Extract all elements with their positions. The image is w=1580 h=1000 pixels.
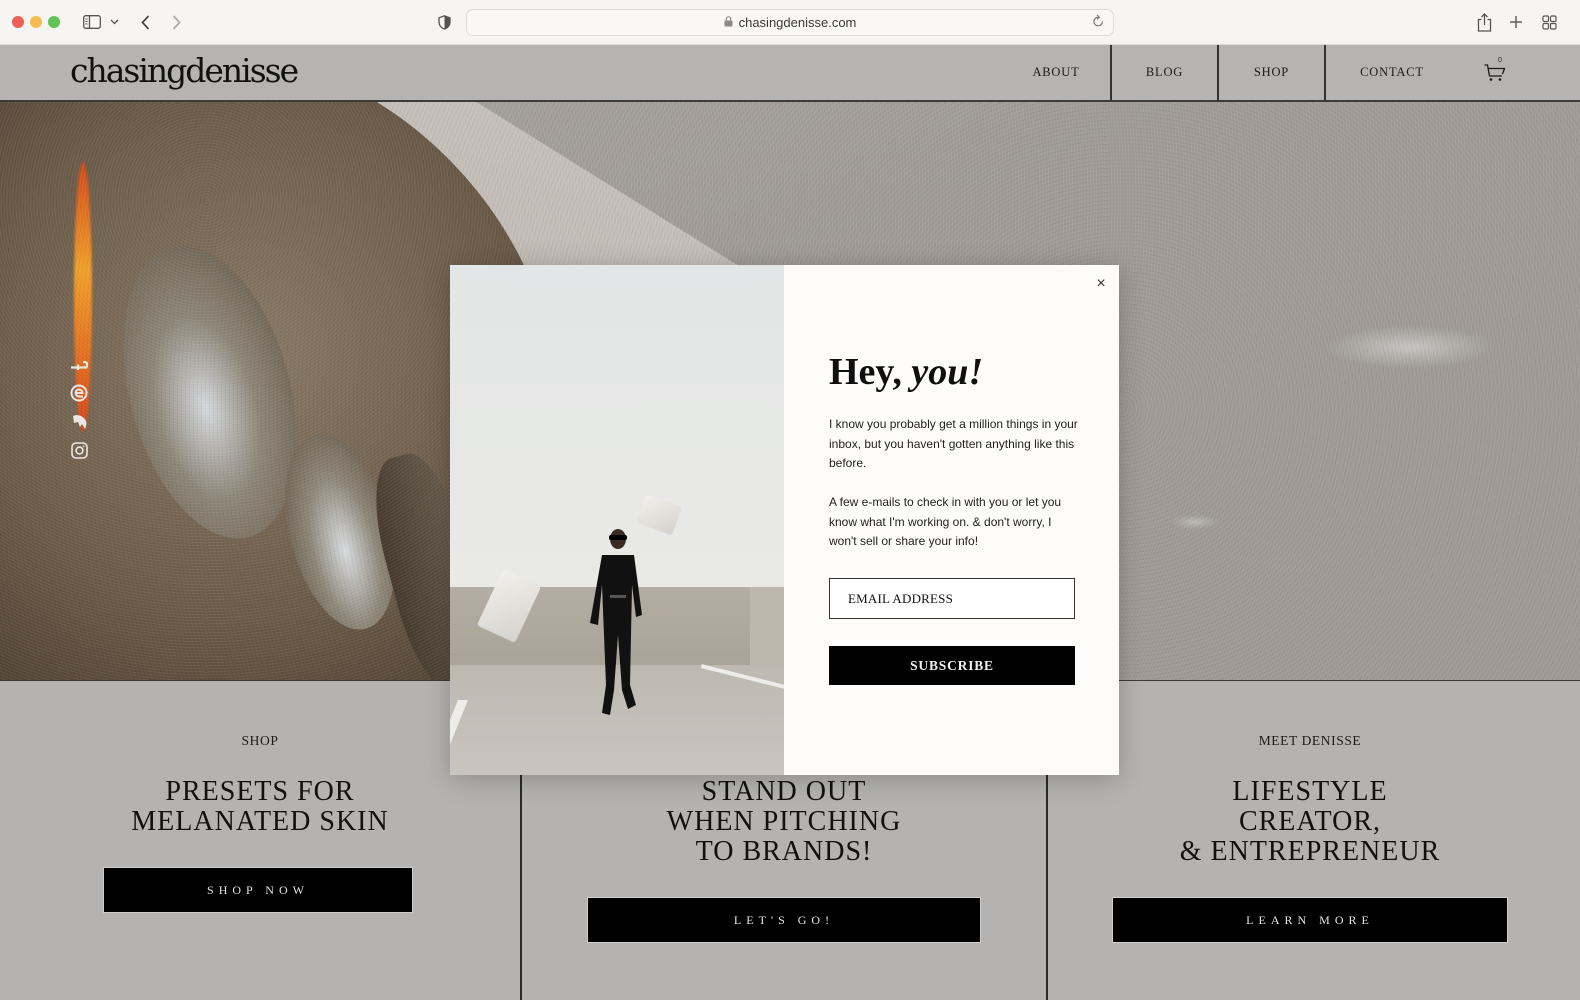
column-shop: SHOP PRESETS FOR MELANATED SKIN SHOP NOW	[0, 681, 520, 1000]
facebook-icon	[70, 358, 89, 376]
share-icon[interactable]	[1474, 11, 1494, 33]
column-eyebrow: MEET DENISSE	[1258, 733, 1362, 748]
plus-icon[interactable]	[1507, 11, 1525, 33]
shop-now-button[interactable]: SHOP NOW	[103, 867, 413, 913]
cart-icon	[1484, 64, 1506, 87]
modal-paragraph: A few e-mails to check in with you or le…	[829, 495, 1062, 549]
url-text: chasingdenisse.com	[738, 15, 857, 30]
minimize-window-button[interactable]	[30, 16, 42, 28]
ltk-icon	[70, 384, 88, 407]
cart-count: 0	[1498, 57, 1502, 64]
modal-photo	[450, 265, 784, 775]
shopmy-icon	[71, 413, 88, 435]
photo-wall	[750, 587, 784, 667]
ltk-link[interactable]	[69, 384, 89, 407]
newsletter-modal: × Hey, you! I know you probably get a mi…	[450, 265, 1119, 775]
zoom-window-button[interactable]	[48, 16, 60, 28]
facebook-link[interactable]	[69, 357, 89, 377]
chevron-down-icon[interactable]	[108, 11, 120, 33]
site-header: chasingdenisse ABOUT BLOG SHOP CONTACT 0	[0, 45, 1580, 102]
reload-icon[interactable]	[1092, 14, 1105, 31]
shield-icon[interactable]	[436, 11, 452, 33]
browser-toolbar: chasingdenisse.com	[0, 0, 1580, 45]
close-window-button[interactable]	[12, 16, 24, 28]
grid-icon[interactable]	[1540, 11, 1558, 33]
sidebar-icon[interactable]	[82, 11, 102, 33]
site-logo[interactable]: chasingdenisse	[70, 51, 299, 90]
modal-heading-italic: you!	[911, 351, 984, 393]
cart-button[interactable]: 0	[1484, 57, 1514, 87]
instagram-link[interactable]	[69, 442, 89, 464]
nav-blog[interactable]: BLOG	[1112, 45, 1217, 100]
column-eyebrow: SHOP	[241, 733, 279, 748]
column-title: LIFESTYLE CREATOR, & ENTREPRENEUR	[1179, 776, 1441, 867]
lets-go-button[interactable]: LET'S GO!	[587, 897, 981, 943]
column-title: PRESETS FOR MELANATED SKIN	[131, 776, 389, 837]
column-meet-denisse: MEET DENISSE LIFESTYLE CREATOR, & ENTREP…	[1048, 681, 1572, 1000]
address-bar[interactable]: chasingdenisse.com	[466, 9, 1114, 36]
chevron-right-icon[interactable]	[169, 11, 183, 33]
modal-paragraph: I know you probably get a million things…	[829, 417, 1078, 471]
lock-icon	[724, 15, 733, 30]
subscribe-button[interactable]: SUBSCRIBE	[829, 646, 1075, 685]
modal-heading: Hey, you!	[829, 350, 983, 394]
photo-person	[590, 529, 642, 715]
modal-heading-plain: Hey,	[829, 351, 912, 393]
close-icon[interactable]: ×	[1092, 275, 1110, 293]
instagram-icon	[70, 442, 88, 464]
nav-contact[interactable]: CONTACT	[1326, 45, 1458, 100]
nav-about[interactable]: ABOUT	[1002, 45, 1110, 100]
nav-shop[interactable]: SHOP	[1219, 45, 1324, 100]
column-title: STAND OUT WHEN PITCHING TO BRANDS!	[666, 776, 902, 867]
email-input[interactable]	[829, 578, 1075, 619]
learn-more-button[interactable]: LEARN MORE	[1112, 897, 1508, 943]
chevron-left-icon[interactable]	[138, 11, 152, 33]
shopmy-link[interactable]	[69, 414, 89, 434]
